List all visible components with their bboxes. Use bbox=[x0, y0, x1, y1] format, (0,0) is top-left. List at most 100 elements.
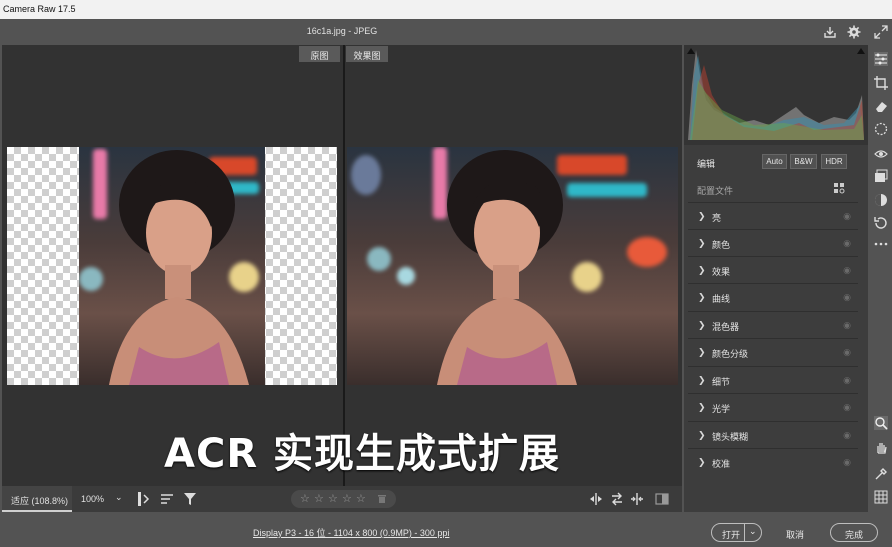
eye-icon[interactable]: ◉ bbox=[843, 211, 851, 222]
eraser-icon[interactable] bbox=[874, 99, 888, 113]
done-button[interactable]: 完成 bbox=[830, 523, 878, 542]
chevron-right-icon: ❯ bbox=[698, 211, 706, 221]
eye-icon[interactable]: ◉ bbox=[843, 292, 851, 303]
zoom-percent-button[interactable]: 100% ⌄ bbox=[75, 486, 127, 512]
open-split-divider bbox=[744, 524, 745, 541]
eye-icon[interactable]: ◉ bbox=[843, 347, 851, 358]
filmstrip-icon[interactable] bbox=[137, 491, 151, 507]
section-label: 曲线 bbox=[712, 294, 731, 304]
section-light[interactable]: ❯ 亮 ◉ bbox=[688, 202, 858, 229]
rating-star[interactable]: ☆ bbox=[342, 492, 352, 505]
snapshots-icon[interactable] bbox=[874, 169, 888, 183]
section-label: 镜头模糊 bbox=[712, 432, 749, 442]
chevron-right-icon: ❯ bbox=[698, 265, 706, 275]
workflow-options-link[interactable]: Display P3 - 16 位 - 1104 x 800 (0.9MP) -… bbox=[253, 526, 449, 539]
section-label: 细节 bbox=[712, 377, 731, 387]
edit-title: 编辑 bbox=[697, 159, 716, 169]
rating-star[interactable]: ☆ bbox=[300, 492, 310, 505]
section-color[interactable]: ❯ 颜色 ◉ bbox=[688, 229, 858, 256]
split-divider[interactable] bbox=[343, 45, 345, 486]
file-name: 16c1a.jpg - JPEG bbox=[306, 26, 378, 36]
zoom-fit-button[interactable]: 适应 (108.8%) bbox=[2, 486, 72, 512]
chevron-right-icon: ❯ bbox=[698, 430, 706, 440]
red-eye-icon[interactable] bbox=[874, 147, 888, 161]
section-label: 颜色 bbox=[712, 240, 731, 250]
section-label: 混色器 bbox=[712, 322, 740, 332]
status-bar: Display P3 - 16 位 - 1104 x 800 (0.9MP) -… bbox=[0, 512, 892, 547]
hand-tool-icon[interactable] bbox=[874, 440, 888, 454]
section-detail[interactable]: ❯ 细节 ◉ bbox=[688, 366, 858, 393]
more-icon[interactable] bbox=[874, 237, 888, 251]
open-menu-icon[interactable]: ⌄ bbox=[749, 526, 757, 537]
chevron-right-icon: ❯ bbox=[698, 238, 706, 248]
crop-icon[interactable] bbox=[874, 76, 888, 90]
rating-stars: ☆ ☆ ☆ ☆ ☆ bbox=[291, 490, 396, 508]
chevron-right-icon: ❯ bbox=[698, 375, 706, 385]
cancel-button[interactable]: 取消 bbox=[773, 523, 817, 542]
image-preview[interactable]: 原图 效果图 ACR 实现生成式扩展 bbox=[2, 45, 682, 486]
profile-browser-icon[interactable] bbox=[834, 183, 845, 194]
section-curve[interactable]: ❯ 曲线 ◉ bbox=[688, 283, 858, 310]
eye-icon[interactable]: ◉ bbox=[843, 430, 851, 441]
grid-overlay-icon[interactable] bbox=[874, 490, 888, 504]
chevron-right-icon: ❯ bbox=[698, 402, 706, 412]
section-mixer[interactable]: ❯ 混色器 ◉ bbox=[688, 311, 858, 338]
section-label: 光学 bbox=[712, 404, 731, 414]
eye-icon[interactable]: ◉ bbox=[843, 457, 851, 468]
masking-icon[interactable] bbox=[874, 122, 888, 136]
section-effects[interactable]: ❯ 效果 ◉ bbox=[688, 256, 858, 283]
portrait-figure bbox=[437, 150, 577, 385]
gear-icon[interactable] bbox=[847, 25, 861, 39]
fullscreen-icon[interactable] bbox=[874, 25, 888, 39]
save-icon[interactable] bbox=[823, 25, 837, 39]
file-header: 16c1a.jpg - JPEG bbox=[0, 19, 892, 45]
chevron-right-icon: ❯ bbox=[698, 457, 706, 467]
eye-icon[interactable]: ◉ bbox=[843, 375, 851, 386]
hdr-button[interactable]: HDR bbox=[821, 154, 847, 169]
rating-star[interactable]: ☆ bbox=[328, 492, 338, 505]
profile-row[interactable]: 配置文件 bbox=[684, 177, 868, 199]
overlay-caption: ACR 实现生成式扩展 bbox=[164, 431, 561, 477]
rating-star[interactable]: ☆ bbox=[356, 492, 366, 505]
eye-icon[interactable]: ◉ bbox=[843, 265, 851, 276]
section-color-grading[interactable]: ❯ 颜色分级 ◉ bbox=[688, 338, 858, 365]
chevron-right-icon: ❯ bbox=[698, 292, 706, 302]
edit-header: 编辑 Auto B&W HDR bbox=[684, 149, 868, 173]
zoom-percent-value: 100% bbox=[81, 494, 105, 504]
zoom-dropdown-icon[interactable]: ⌄ bbox=[115, 492, 123, 503]
camera-raw-window: Camera Raw 17.5 16c1a.jpg - JPEG 原图 效果图 bbox=[0, 0, 892, 547]
auto-button[interactable]: Auto bbox=[762, 154, 787, 169]
histogram-graph bbox=[688, 50, 864, 140]
presets-icon[interactable] bbox=[874, 193, 888, 207]
section-lens-blur[interactable]: ❯ 镜头模糊 ◉ bbox=[688, 421, 858, 448]
before-view-tab[interactable]: 原图 bbox=[299, 46, 340, 62]
sort-icon[interactable] bbox=[160, 492, 174, 506]
zoom-tool-icon[interactable] bbox=[874, 416, 888, 430]
section-calibration[interactable]: ❯ 校准 ◉ bbox=[688, 448, 858, 475]
section-label: 校准 bbox=[712, 459, 731, 469]
copy-settings-icon[interactable] bbox=[610, 492, 624, 506]
section-optics[interactable]: ❯ 光学 ◉ bbox=[688, 393, 858, 420]
after-view-tab[interactable]: 效果图 bbox=[346, 46, 388, 62]
open-button[interactable]: 打开 ⌄ bbox=[711, 523, 762, 542]
before-photo bbox=[79, 147, 265, 385]
rating-star[interactable]: ☆ bbox=[314, 492, 324, 505]
highlight-clipping-icon[interactable] bbox=[857, 48, 865, 54]
before-after-layout-icon[interactable] bbox=[655, 492, 669, 506]
trash-icon[interactable] bbox=[377, 494, 387, 504]
before-image bbox=[7, 147, 337, 385]
filter-icon[interactable] bbox=[183, 492, 197, 506]
history-icon[interactable] bbox=[874, 216, 888, 230]
section-label: 颜色分级 bbox=[712, 349, 749, 359]
section-label: 亮 bbox=[712, 213, 722, 223]
shadow-clipping-icon[interactable] bbox=[687, 48, 695, 54]
bw-button[interactable]: B&W bbox=[790, 154, 817, 169]
swap-before-after-icon[interactable] bbox=[589, 492, 603, 506]
after-image bbox=[347, 147, 678, 385]
edit-sliders-icon[interactable] bbox=[874, 52, 888, 66]
eye-icon[interactable]: ◉ bbox=[843, 402, 851, 413]
eye-icon[interactable]: ◉ bbox=[843, 320, 851, 331]
toggle-settings-icon[interactable] bbox=[630, 492, 644, 506]
eye-icon[interactable]: ◉ bbox=[843, 238, 851, 249]
eyedropper-icon[interactable] bbox=[874, 467, 888, 481]
